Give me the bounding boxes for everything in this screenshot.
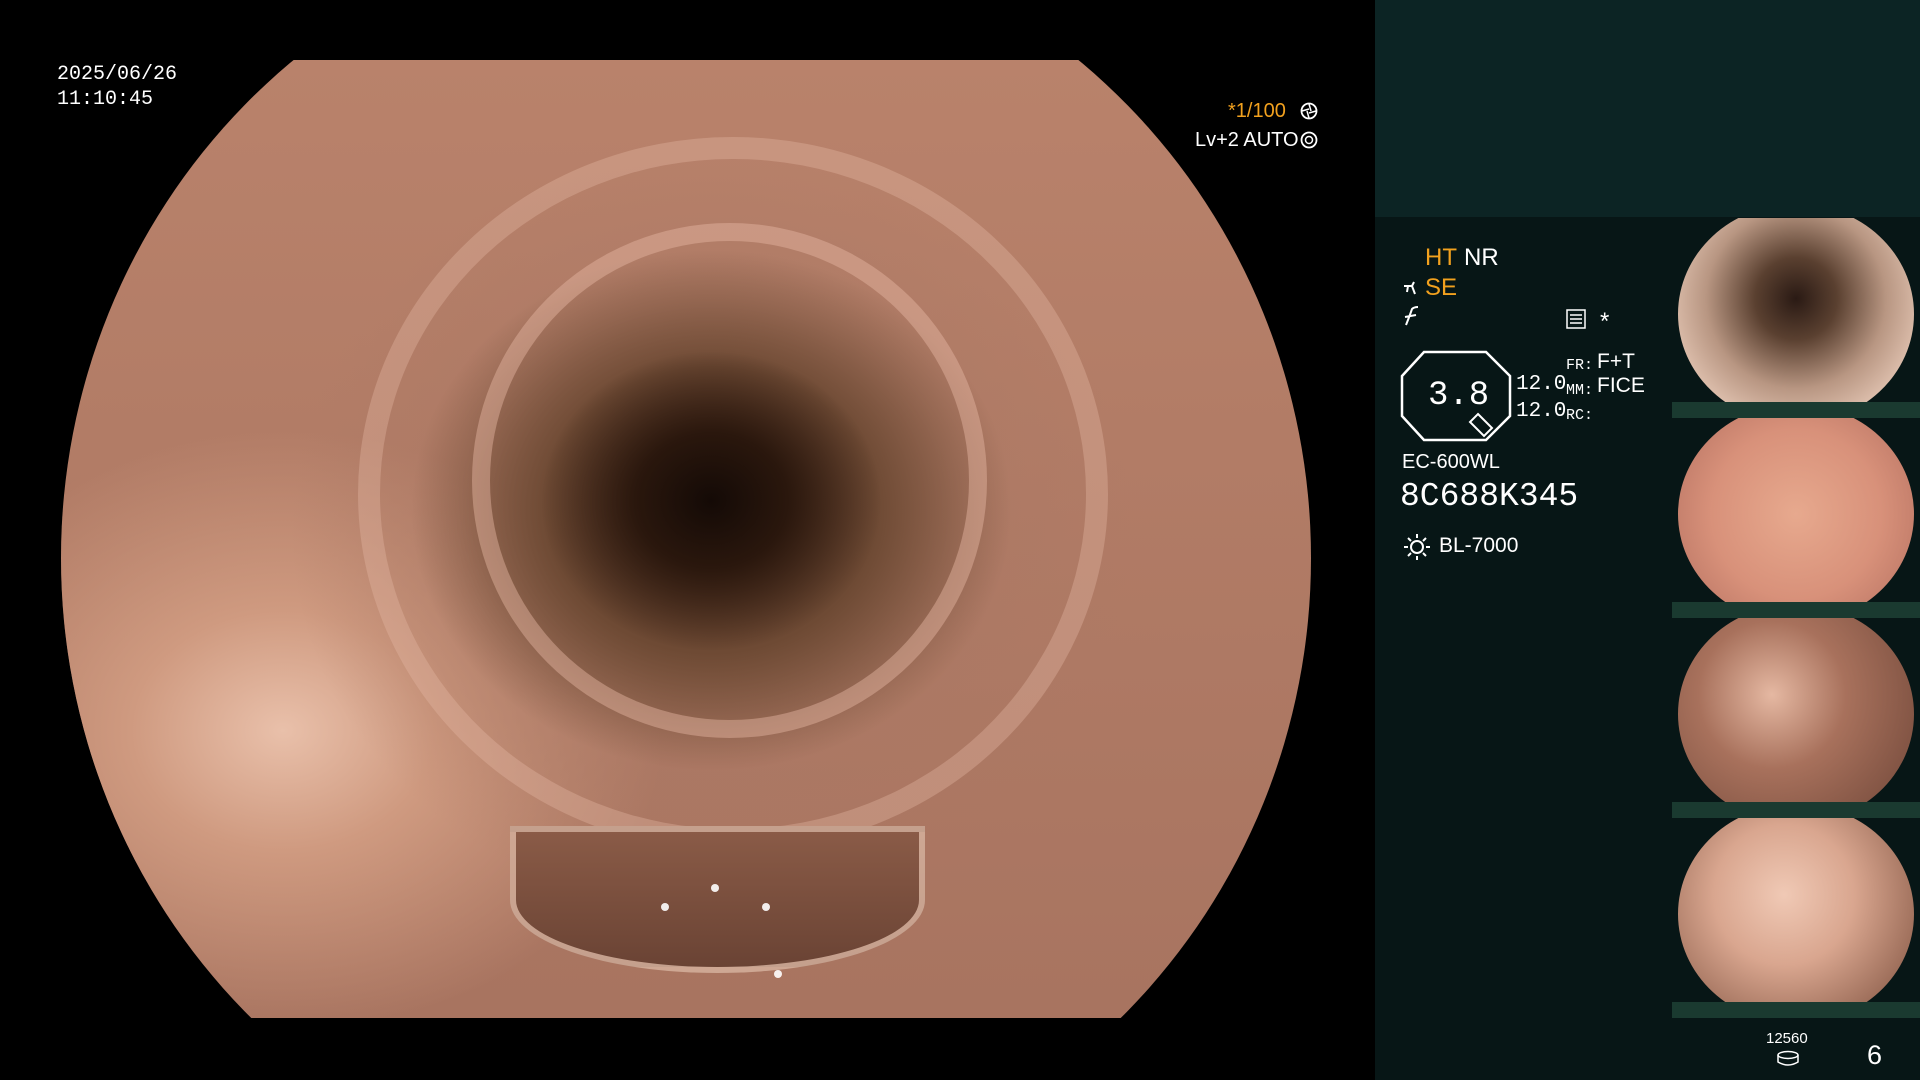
level-label: Lv+2 AUTO <box>1195 129 1299 151</box>
storage-count: 12560 <box>1766 1030 1808 1047</box>
image-count: 6 <box>1867 1040 1883 1070</box>
capture-thumbnail[interactable] <box>1672 418 1920 618</box>
ht-indicator: HT <box>1425 244 1457 271</box>
scope-model: EC-600WL <box>1402 451 1500 473</box>
disk-icon <box>1777 1050 1799 1066</box>
mucosa-fold <box>358 136 1108 852</box>
aperture-icon <box>1300 102 1318 120</box>
fr-label: FR: <box>1566 357 1594 374</box>
rc-label: RC: <box>1566 407 1594 424</box>
zoom-value: 3.8 <box>1428 377 1490 415</box>
iris-icon <box>1300 131 1318 149</box>
value-2: 12.0 <box>1516 400 1567 423</box>
scope-icon <box>1404 281 1416 295</box>
capture-thumbnail[interactable] <box>1672 618 1920 818</box>
capture-thumbnail[interactable] <box>1672 818 1920 1018</box>
menu-list-icon <box>1566 309 1586 329</box>
light-icon <box>1404 534 1430 560</box>
mm-label: MM: <box>1566 382 1594 399</box>
nr-indicator: NR <box>1464 244 1499 271</box>
light-source: BL-7000 <box>1439 534 1519 557</box>
light-glint <box>660 903 669 912</box>
capture-thumbnail[interactable] <box>1672 218 1920 418</box>
date-label: 2025/06/26 <box>57 63 178 86</box>
endoscope-view <box>61 60 1311 1018</box>
se-indicator: SE <box>1425 274 1458 301</box>
scope-serial: 8C688K345 <box>1400 478 1579 515</box>
time-label: 11:10:45 <box>57 88 154 111</box>
shutter-label: *1/100 <box>1228 100 1286 122</box>
fluid-pool <box>509 826 925 973</box>
light-glint <box>761 903 770 912</box>
asterisk-indicator: * <box>1600 308 1610 335</box>
mm-value: FICE <box>1597 374 1645 397</box>
value-1: 12.0 <box>1516 373 1567 396</box>
fiber-icon <box>1404 306 1419 326</box>
light-glint <box>774 970 783 979</box>
panel-header <box>1375 0 1920 217</box>
